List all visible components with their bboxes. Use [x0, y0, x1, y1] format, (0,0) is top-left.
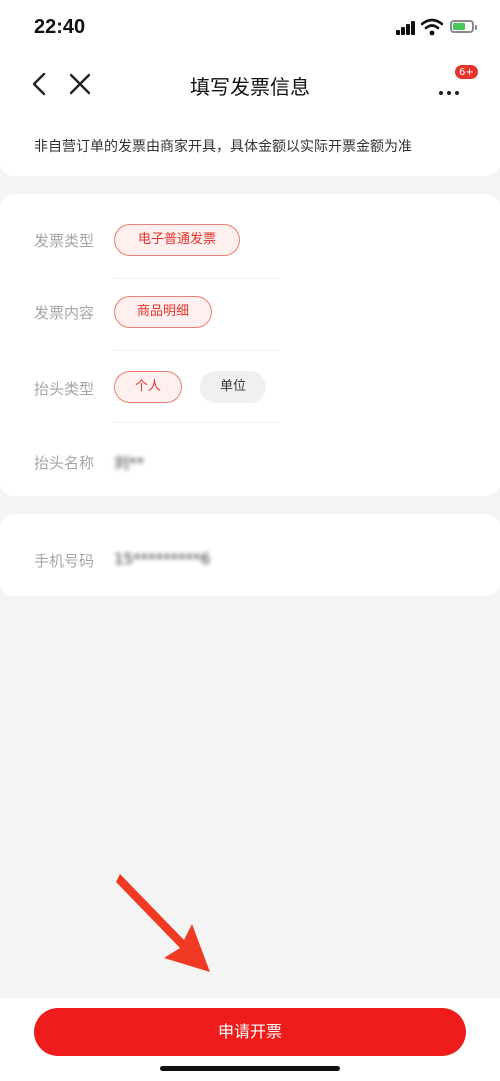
message-count-badge: 6+ — [454, 64, 479, 80]
title-type-personal-chip[interactable]: 个人 — [114, 371, 182, 403]
title-name-value[interactable]: 刘** — [114, 452, 144, 473]
apply-invoice-button[interactable]: 申请开票 — [34, 1008, 466, 1056]
arrow-annotation-icon — [112, 868, 222, 978]
divider — [114, 350, 280, 351]
bottom-bar: 申请开票 — [0, 998, 500, 1081]
notice-card: 非自营订单的发票由商家开具，具体金额以实际开票金额为准 — [0, 112, 500, 176]
invoice-type-label: 发票类型 — [34, 232, 95, 250]
battery-icon — [450, 20, 477, 33]
invoice-content-chip[interactable]: 商品明细 — [114, 296, 212, 328]
page-title: 填写发票信息 — [190, 75, 310, 99]
title-type-label: 抬头类型 — [34, 380, 95, 398]
signal-icon — [396, 21, 416, 35]
wifi-icon — [420, 18, 444, 36]
status-time: 22:40 — [34, 16, 86, 38]
phone-label: 手机号码 — [34, 552, 95, 570]
invoice-info-card: 发票类型 电子普通发票 发票内容 商品明细 抬头类型 个人 单位 抬头名称 刘*… — [0, 194, 500, 496]
invoice-type-chip[interactable]: 电子普通发票 — [114, 224, 240, 256]
title-name-label: 抬头名称 — [34, 454, 95, 472]
divider — [114, 422, 280, 423]
status-bar: 22:40 — [0, 0, 500, 56]
invoice-content-label: 发票内容 — [34, 304, 95, 322]
divider — [114, 278, 280, 279]
phone-card: 手机号码 15*********6 — [0, 514, 500, 596]
more-icon[interactable]: 6+ — [434, 64, 479, 104]
title-type-company-chip[interactable]: 单位 — [200, 371, 266, 403]
phone-value[interactable]: 15*********6 — [114, 550, 210, 568]
nav-bar: 填写发票信息 6+ — [0, 56, 500, 112]
notice-text: 非自营订单的发票由商家开具，具体金额以实际开票金额为准 — [34, 139, 412, 155]
home-indicator — [160, 1066, 340, 1071]
